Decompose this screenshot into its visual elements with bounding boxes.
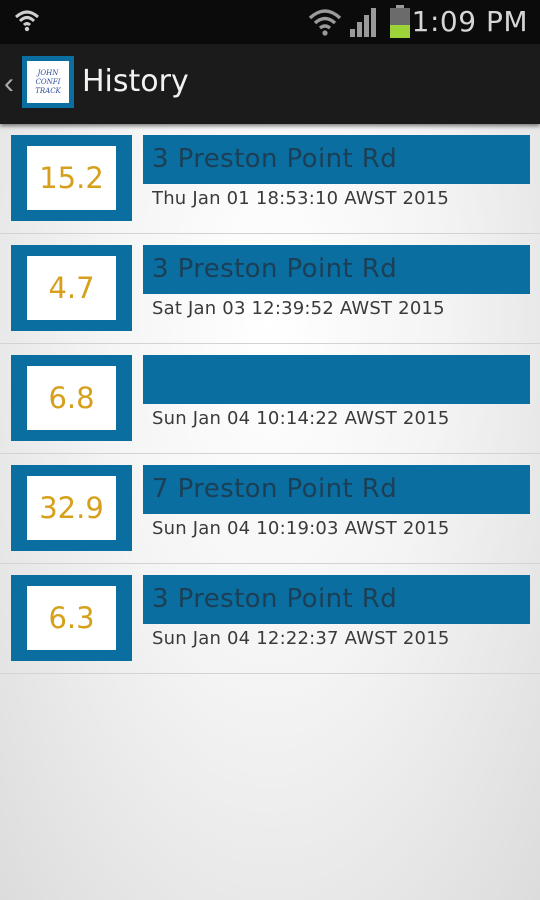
back-chevron-icon[interactable]: ‹ (4, 66, 22, 102)
address-label: 3 Preston Point Rd (143, 245, 530, 294)
value-text: 6.3 (27, 586, 116, 650)
timestamp-label: Sat Jan 03 12:39:52 AWST 2015 (152, 298, 445, 319)
timestamp-label: Sun Jan 04 10:19:03 AWST 2015 (152, 518, 450, 539)
value-text: 32.9 (27, 476, 116, 540)
app-logo[interactable]: JOHN CONFI TRACK (22, 56, 74, 108)
address-label: 3 Preston Point Rd (143, 135, 530, 184)
value-box: 6.8 (11, 355, 132, 441)
value-text: 4.7 (27, 256, 116, 320)
status-bar: 1:09 PM (0, 0, 540, 44)
action-bar: ‹ JOHN CONFI TRACK History (0, 44, 540, 124)
history-row[interactable]: 6.8 Sun Jan 04 10:14:22 AWST 2015 (0, 344, 540, 454)
value-box: 15.2 (11, 135, 132, 221)
logo-text-line: JOHN (37, 68, 59, 77)
value-text: 15.2 (27, 146, 116, 210)
status-time: 1:09 PM (411, 5, 528, 38)
history-row[interactable]: 6.3 3 Preston Point Rd Sun Jan 04 12:22:… (0, 564, 540, 674)
timestamp-label: Sun Jan 04 10:14:22 AWST 2015 (152, 408, 450, 429)
address-label: 7 Preston Point Rd (143, 465, 530, 514)
address-label: 3 Preston Point Rd (143, 575, 530, 624)
logo-text-line: TRACK (35, 86, 61, 95)
timestamp-label: Sun Jan 04 12:22:37 AWST 2015 (152, 628, 450, 649)
history-list: 15.2 3 Preston Point Rd Thu Jan 01 18:53… (0, 124, 540, 674)
wifi-icon (308, 6, 342, 43)
page-title: History (82, 64, 189, 99)
value-box: 6.3 (11, 575, 132, 661)
battery-icon (389, 5, 411, 44)
value-box: 32.9 (11, 465, 132, 551)
history-row[interactable]: 4.7 3 Preston Point Rd Sat Jan 03 12:39:… (0, 234, 540, 344)
history-row[interactable]: 32.9 7 Preston Point Rd Sun Jan 04 10:19… (0, 454, 540, 564)
address-label (143, 355, 530, 404)
timestamp-label: Thu Jan 01 18:53:10 AWST 2015 (152, 188, 450, 209)
signal-icon (350, 7, 384, 42)
history-row[interactable]: 15.2 3 Preston Point Rd Thu Jan 01 18:53… (0, 124, 540, 234)
value-text: 6.8 (27, 366, 116, 430)
value-box: 4.7 (11, 245, 132, 331)
wifi-notification-icon (14, 8, 40, 37)
logo-text-line: CONFI (35, 77, 61, 86)
